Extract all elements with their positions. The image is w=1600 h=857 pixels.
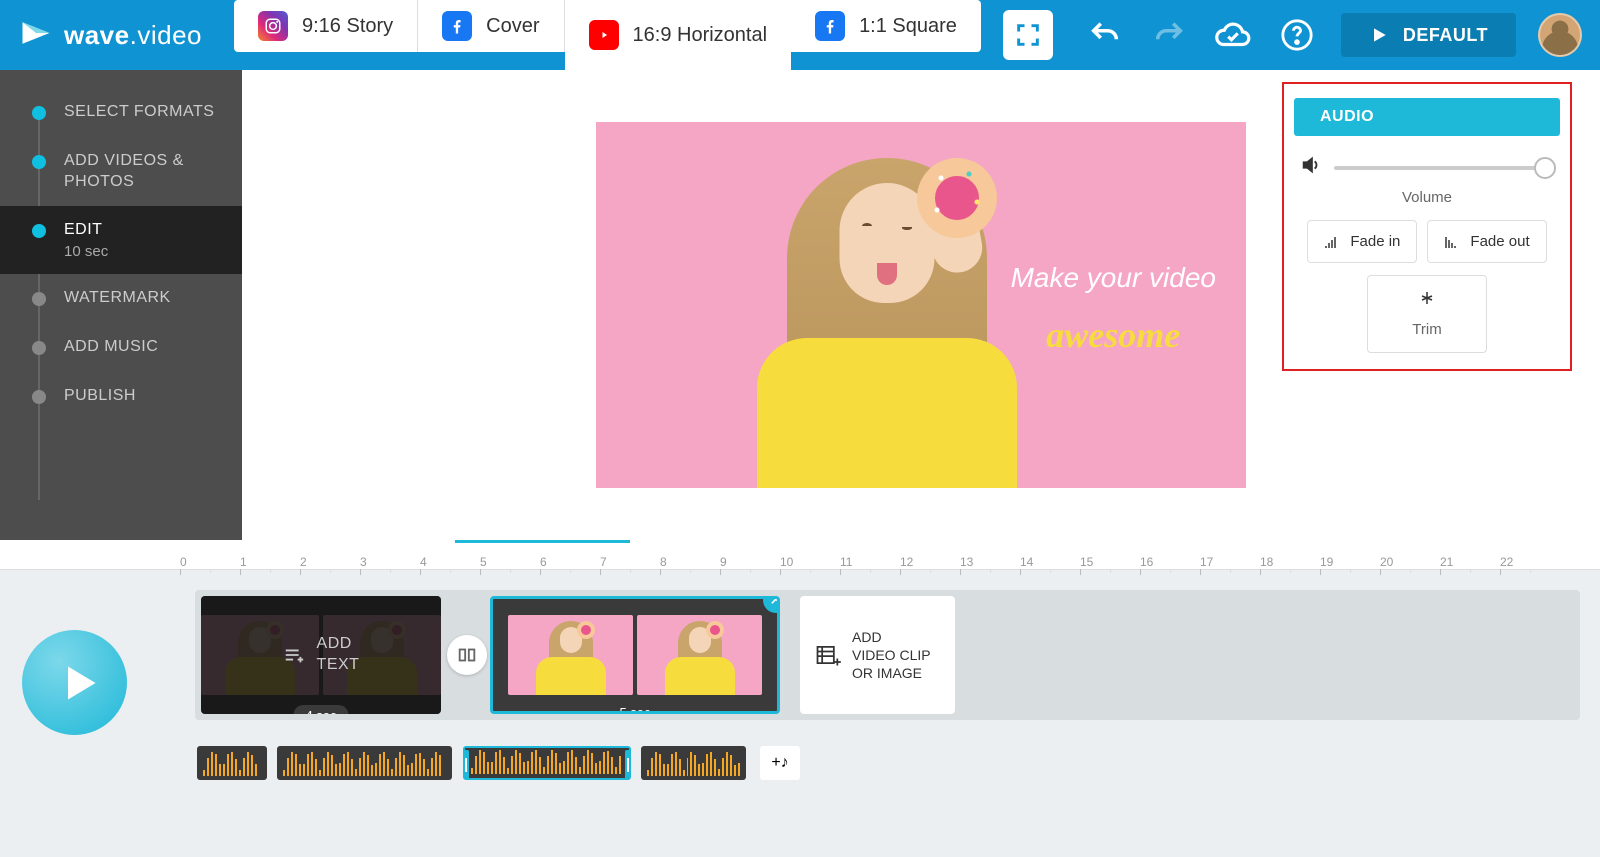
add-text-overlay[interactable]: ADDTEXT [201,596,441,714]
tab-horizontal[interactable]: 16:9 Horizontal [565,0,792,70]
header: wave.video 9:16 Story Cover 16:9 Horizon… [0,0,1600,70]
sidebar: SELECT FORMATS ADD VIDEOS & PHOTOS EDIT1… [0,70,242,540]
logo[interactable]: wave.video [18,15,202,56]
logo-text: wave.video [64,20,202,51]
volume-label: Volume [1294,189,1560,206]
volume-slider[interactable] [1334,166,1554,170]
step-publish[interactable]: PUBLISH [0,372,242,421]
audio-trim-handle-left[interactable] [463,750,469,780]
audio-clip-3-selected[interactable]: 3 sec [463,746,631,780]
default-preset-button[interactable]: DEFAULT [1341,13,1516,57]
fade-in-button[interactable]: Fade in [1307,220,1417,263]
fade-out-button[interactable]: Fade out [1427,220,1546,263]
audio-clip-4[interactable] [641,746,746,780]
add-clip-button[interactable]: ADDVIDEO CLIPOR IMAGE [800,596,955,714]
tab-square[interactable]: 1:1 Square [791,0,981,52]
audio-track: 3 sec +♪ [195,746,1580,786]
step-edit[interactable]: EDIT10 sec [0,206,242,274]
overlay-line2: awesome [1011,314,1216,356]
transition-button[interactable] [447,635,487,675]
facebook-icon [442,11,472,41]
tab-label: 9:16 Story [302,15,393,38]
tab-label: 16:9 Horizontal [633,24,768,47]
audio-clip-2[interactable] [277,746,452,780]
tab-label: Cover [486,15,539,38]
step-add-videos[interactable]: ADD VIDEOS & PHOTOS [0,137,242,207]
add-audio-button[interactable]: +♪ [760,746,800,780]
undo-button[interactable] [1080,10,1130,60]
video-track: ADDTEXT 4 sec 5 sec ✕ ADDVIDEO CLIPOR IM… [195,590,1580,720]
audio-clip-duration: 3 sec [523,778,572,780]
canvas-area: Make your video awesome AUDIO Volume Fad… [242,70,1600,540]
logo-icon [18,15,54,56]
tab-story[interactable]: 9:16 Story [234,0,418,52]
instagram-icon [258,11,288,41]
add-clip-icon [814,641,842,669]
audio-clip-1[interactable] [197,746,267,780]
youtube-icon [589,20,619,50]
clip-1[interactable]: ADDTEXT 4 sec [201,596,441,714]
cloud-sync-button[interactable] [1208,10,1258,60]
add-text-icon [283,644,305,666]
audio-panel: AUDIO Volume Fade in Fade out [1282,82,1572,371]
video-preview[interactable]: Make your video awesome [596,122,1246,488]
clip-1-duration: 4 sec [293,705,348,714]
play-button[interactable] [22,630,127,735]
volume-icon [1300,154,1322,181]
step-add-music[interactable]: ADD MUSIC [0,323,242,372]
main-area: SELECT FORMATS ADD VIDEOS & PHOTOS EDIT1… [0,70,1600,540]
overlay-line1: Make your video [1011,262,1216,294]
timeline: 012345678910111213141516171819202122 ADD… [0,540,1600,857]
step-watermark[interactable]: WATERMARK [0,274,242,323]
trim-button[interactable]: Trim [1367,275,1487,353]
clip-2-duration: 5 sec [607,702,662,714]
user-avatar[interactable] [1538,13,1582,57]
step-select-formats[interactable]: SELECT FORMATS [0,88,242,137]
tab-cover[interactable]: Cover [418,0,564,52]
help-button[interactable] [1272,10,1322,60]
tab-label: 1:1 Square [859,15,957,38]
fullscreen-button[interactable] [1003,10,1053,60]
redo-button[interactable] [1144,10,1194,60]
audio-trim-handle-right[interactable] [625,750,631,780]
delete-clip-button[interactable]: ✕ [763,596,780,613]
clip-2-selected[interactable]: 5 sec ✕ [490,596,780,714]
overlay-text[interactable]: Make your video awesome [1011,262,1216,356]
timeline-ruler[interactable]: 012345678910111213141516171819202122 [0,540,1600,570]
trim-icon [1416,290,1438,306]
format-tabs: 9:16 Story Cover 16:9 Horizontal 1:1 Squ… [234,0,981,70]
audio-tab-button[interactable]: AUDIO [1294,98,1560,136]
default-label: DEFAULT [1403,25,1488,46]
facebook-icon [815,11,845,41]
transition-icon [456,644,478,666]
